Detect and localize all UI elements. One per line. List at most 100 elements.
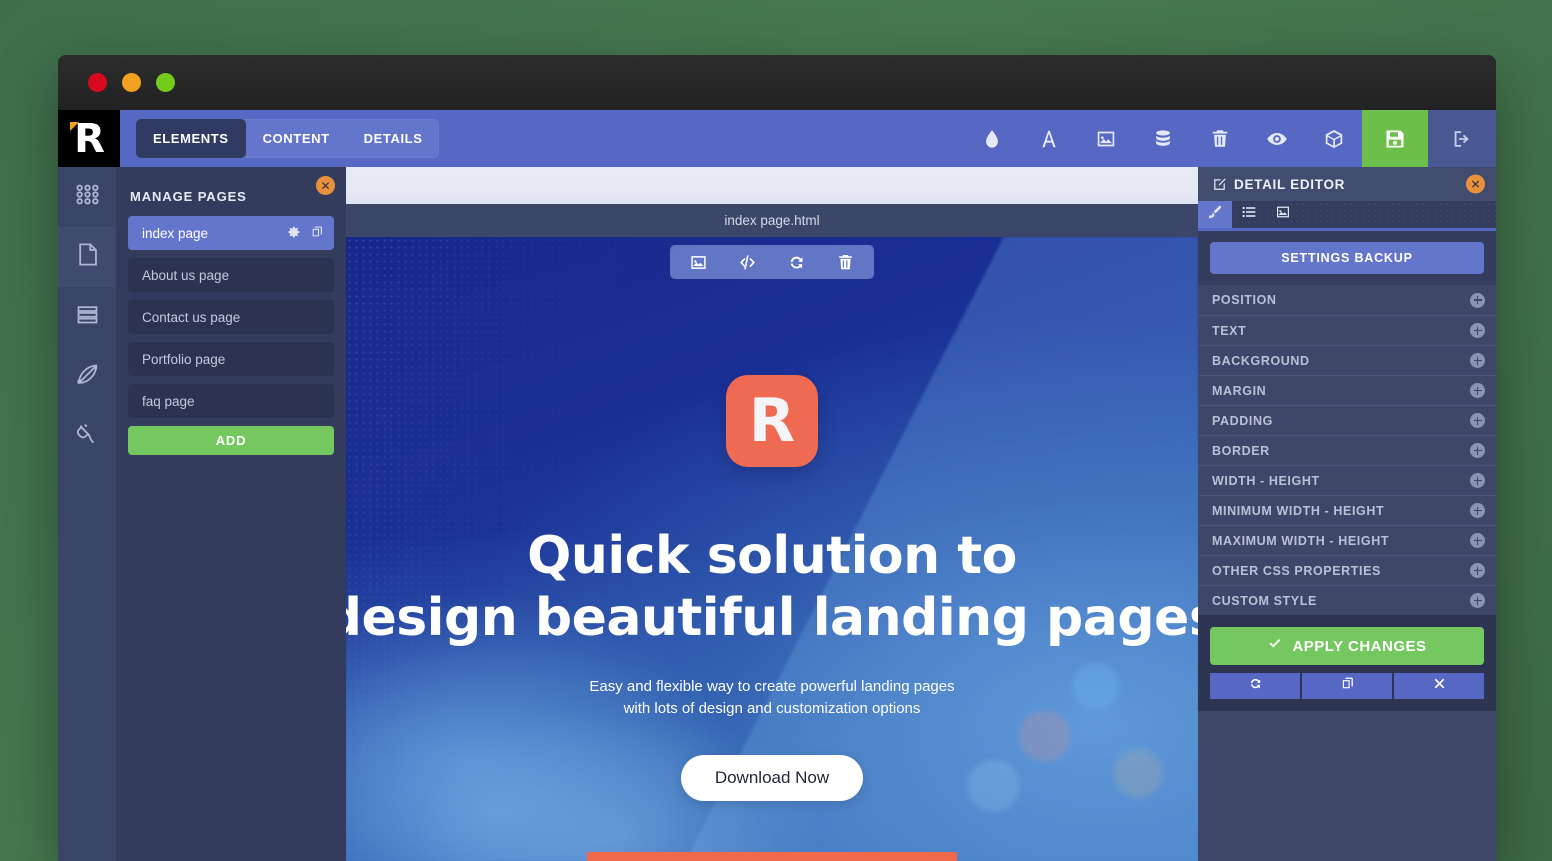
accordion-row-other-css[interactable]: OTHER CSS PROPERTIES (1198, 555, 1496, 585)
close-icon[interactable]: ✕ (1466, 175, 1485, 194)
canvas-top-strip (346, 167, 1198, 204)
app-body: ✕ MANAGE PAGES index page About us page … (58, 167, 1496, 861)
hero-bottom-accent-bar (587, 852, 957, 861)
plus-icon[interactable] (1470, 533, 1485, 548)
image-icon[interactable] (1077, 110, 1134, 167)
code-icon[interactable] (723, 245, 772, 279)
style-accordion: POSITION TEXT BACKGROUND MARGIN PADDING (1198, 285, 1496, 615)
tab-details[interactable]: DETAILS (347, 119, 440, 158)
trash-icon[interactable] (1191, 110, 1248, 167)
plus-icon[interactable] (1470, 563, 1485, 578)
plus-icon[interactable] (1470, 323, 1485, 338)
save-button[interactable] (1362, 110, 1428, 167)
accordion-row-position[interactable]: POSITION (1198, 285, 1496, 315)
accordion-row-background[interactable]: BACKGROUND (1198, 345, 1496, 375)
page-list-item-faq[interactable]: faq page (128, 384, 334, 418)
accordion-label: TEXT (1212, 324, 1470, 338)
grid-dots-icon (74, 181, 101, 213)
tab-content[interactable]: CONTENT (246, 119, 347, 158)
box-icon[interactable] (1305, 110, 1362, 167)
rail-item-bow-arrow[interactable] (58, 347, 116, 407)
accordion-row-padding[interactable]: PADDING (1198, 405, 1496, 435)
rail-item-pages[interactable] (58, 227, 116, 287)
plus-icon[interactable] (1470, 503, 1485, 518)
canvas-stage[interactable]: R Quick solution to design beautiful lan… (346, 237, 1198, 861)
accordion-row-width-height[interactable]: WIDTH - HEIGHT (1198, 465, 1496, 495)
canvas-filename: index page.html (724, 213, 819, 228)
brush-icon (1207, 204, 1223, 225)
eye-icon[interactable] (1248, 110, 1305, 167)
page-list-item-portfolio[interactable]: Portfolio page (128, 342, 334, 376)
window-titlebar (58, 55, 1496, 110)
accordion-label: POSITION (1212, 293, 1470, 307)
app-header: R ELEMENTS CONTENT DETAILS (58, 110, 1496, 167)
copy-icon[interactable] (310, 225, 324, 242)
accordion-row-max-width-height[interactable]: MAXIMUM WIDTH - HEIGHT (1198, 525, 1496, 555)
page-list-item-contact[interactable]: Contact us page (128, 300, 334, 334)
text-icon[interactable] (1020, 110, 1077, 167)
accordion-row-custom-style[interactable]: CUSTOM STYLE (1198, 585, 1496, 615)
droplet-icon[interactable] (963, 110, 1020, 167)
tab-elements[interactable]: ELEMENTS (136, 119, 246, 158)
window-minimize-button[interactable] (122, 73, 141, 92)
rail-item-plug[interactable] (58, 407, 116, 467)
plus-icon[interactable] (1470, 473, 1485, 488)
reset-button[interactable] (1210, 673, 1300, 699)
accordion-row-min-width-height[interactable]: MINIMUM WIDTH - HEIGHT (1198, 495, 1496, 525)
tab-list[interactable] (1232, 201, 1266, 228)
rail-item-rows[interactable] (58, 287, 116, 347)
plus-icon[interactable] (1470, 383, 1485, 398)
accordion-row-text[interactable]: TEXT (1198, 315, 1496, 345)
app-window: R ELEMENTS CONTENT DETAILS (58, 55, 1496, 861)
hero-title: Quick solution to design beautiful landi… (346, 525, 1198, 650)
plus-icon[interactable] (1470, 593, 1485, 608)
page-list-item-about[interactable]: About us page (128, 258, 334, 292)
download-now-button[interactable]: Download Now (681, 755, 863, 801)
rail-item-grid-dots[interactable] (58, 167, 116, 227)
image-icon[interactable] (674, 245, 723, 279)
accordion-row-border[interactable]: BORDER (1198, 435, 1496, 465)
tab-style-brush[interactable] (1198, 201, 1232, 228)
close-icon[interactable]: ✕ (316, 176, 335, 195)
database-icon[interactable] (1134, 110, 1191, 167)
plus-icon[interactable] (1470, 413, 1485, 428)
page-list-item-label: index page (142, 226, 287, 241)
exit-button[interactable] (1428, 110, 1496, 167)
plus-icon[interactable] (1470, 293, 1485, 308)
apply-changes-label: APPLY CHANGES (1292, 638, 1426, 655)
detail-editor-tabs (1198, 201, 1496, 231)
settings-backup-button[interactable]: SETTINGS BACKUP (1210, 242, 1484, 274)
gear-icon[interactable] (287, 225, 301, 242)
add-page-button[interactable]: ADD (128, 426, 334, 455)
header-toolbar (963, 110, 1496, 167)
window-close-button[interactable] (88, 73, 107, 92)
accordion-label: MAXIMUM WIDTH - HEIGHT (1212, 534, 1470, 548)
trash-icon[interactable] (821, 245, 870, 279)
logo-letter: R (74, 119, 104, 159)
page-list-item-label: faq page (142, 394, 324, 409)
accordion-row-margin[interactable]: MARGIN (1198, 375, 1496, 405)
hero-title-line2: design beautiful landing pages (346, 587, 1198, 649)
edit-square-icon (1212, 177, 1227, 192)
manage-pages-panel: ✕ MANAGE PAGES index page About us page … (116, 167, 346, 861)
accordion-label: PADDING (1212, 414, 1470, 428)
plus-icon[interactable] (1470, 353, 1485, 368)
cancel-button[interactable] (1394, 673, 1484, 699)
accordion-label: WIDTH - HEIGHT (1212, 474, 1470, 488)
apply-changes-button[interactable]: APPLY CHANGES (1210, 627, 1484, 665)
accordion-label: CUSTOM STYLE (1212, 594, 1470, 608)
refresh-icon (1248, 676, 1263, 696)
image-icon (1275, 204, 1291, 225)
detail-editor-actions: APPLY CHANGES (1198, 615, 1496, 711)
page-list-item-label: Portfolio page (142, 352, 324, 367)
page-list-item-index[interactable]: index page (128, 216, 334, 250)
tab-image[interactable] (1266, 201, 1300, 228)
page-icon (74, 241, 101, 273)
accordion-label: BORDER (1212, 444, 1470, 458)
plus-icon[interactable] (1470, 443, 1485, 458)
refresh-icon[interactable] (772, 245, 821, 279)
window-maximize-button[interactable] (156, 73, 175, 92)
accordion-label: OTHER CSS PROPERTIES (1212, 564, 1470, 578)
duplicate-button[interactable] (1302, 673, 1392, 699)
canvas-filename-bar: index page.html (346, 204, 1198, 237)
